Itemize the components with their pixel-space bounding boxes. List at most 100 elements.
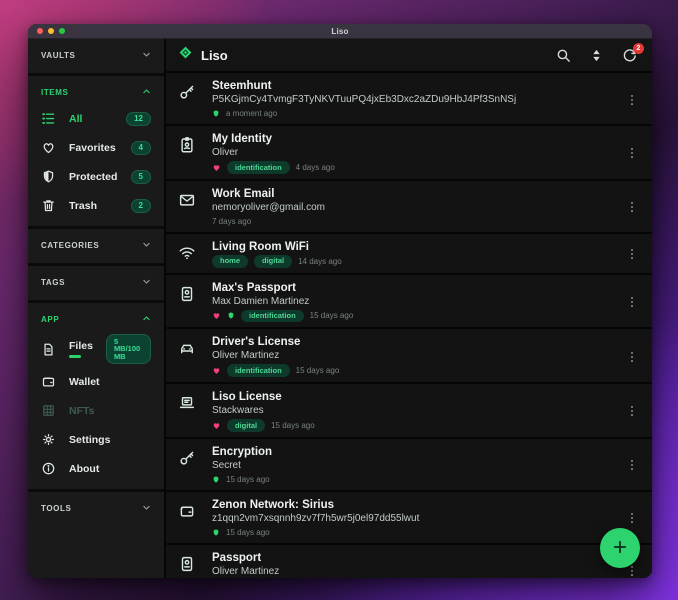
sidebar-section-app[interactable]: APP (28, 307, 164, 331)
sidebar-item-favorites[interactable]: Favorites 4 (28, 133, 164, 162)
sidebar-section-tags[interactable]: TAGS (28, 270, 164, 294)
sidebar-item-label: Trash (69, 199, 98, 212)
item-meta: identification 4 days ago (212, 161, 624, 174)
tag-pill[interactable]: identification (227, 364, 290, 377)
protected-shield-icon (212, 109, 220, 118)
gear-icon (41, 432, 56, 447)
item-menu-button[interactable] (624, 511, 640, 525)
chevron-down-icon (142, 277, 151, 288)
key-icon (178, 446, 212, 472)
sort-icon (588, 47, 605, 64)
item-menu-button[interactable] (624, 458, 640, 472)
count-badge: 4 (130, 140, 151, 155)
sidebar-item-all[interactable]: All 12 (28, 104, 164, 133)
shield-icon (41, 169, 56, 184)
item-subtitle: Oliver (212, 147, 239, 158)
item-timestamp: 14 days ago (298, 256, 342, 266)
info-icon (41, 461, 56, 476)
app-name: Liso (201, 47, 228, 63)
list-item[interactable]: Encryption Secret 15 days ago (166, 438, 652, 492)
heart-icon (41, 140, 56, 155)
item-subtitle: Oliver Martinez (212, 350, 280, 362)
count-badge: 5 (130, 169, 151, 184)
main-header: Liso 2 (166, 39, 652, 73)
item-subtitle: P5KGjmCy4TvmgF3TyNKVTuuPQ4jxEb3Dxc2aZDu9… (212, 94, 517, 105)
list-item[interactable]: Work Email nemoryoliver@gmail.com 7 days… (166, 180, 652, 234)
chevron-down-icon (142, 50, 151, 61)
laptop-icon (178, 391, 212, 417)
sidebar-item-label: About (69, 462, 100, 475)
list-item[interactable]: Passport Oliver Martinez 15 days ago (166, 544, 652, 578)
id-badge-icon (178, 133, 212, 159)
list-item[interactable]: My Identity Oliver identification 4 days … (166, 126, 652, 181)
sidebar-item-trash[interactable]: Trash 2 (28, 191, 164, 220)
grid-icon (41, 403, 56, 418)
item-menu-button[interactable] (624, 93, 640, 107)
search-icon (555, 47, 572, 64)
sidebar-item-nfts[interactable]: NFTs (28, 396, 164, 425)
list-item[interactable]: Zenon Network: Sirius z1qqn2vm7xsqnnh9zv… (166, 491, 652, 545)
item-title: Zenon Network: Sirius (212, 498, 335, 511)
item-timestamp: 15 days ago (309, 311, 354, 321)
sidebar-section-items[interactable]: ITEMS (28, 80, 164, 104)
item-timestamp: 15 days ago (271, 420, 315, 430)
sidebar-section-vaults[interactable]: VAULTS (28, 43, 164, 67)
item-timestamp: 15 days ago (226, 474, 270, 484)
main-panel: Liso 2 Steemhunt P5KGjmCy4TvmgF3TyNKVTuu… (166, 39, 652, 578)
item-title: Driver's License (212, 336, 301, 349)
item-meta: a moment ago (212, 108, 624, 119)
sidebar-item-about[interactable]: About (28, 454, 164, 483)
wallet-icon (41, 374, 56, 389)
car-icon (178, 336, 212, 362)
item-meta: 15 days ago (212, 527, 624, 538)
tag-pill[interactable]: digital (254, 254, 293, 268)
sidebar-item-protected[interactable]: Protected 5 (28, 162, 164, 191)
storage-progress-bar (69, 355, 81, 358)
list-item[interactable]: Driver's License Oliver Martinez identif… (166, 329, 652, 384)
item-menu-button[interactable] (624, 295, 640, 309)
zoom-window-button[interactable] (59, 28, 65, 34)
minimize-window-button[interactable] (48, 28, 54, 34)
item-subtitle: Stackwares (212, 405, 264, 416)
window-titlebar: Liso (28, 24, 652, 39)
sidebar-item-label: NFTs (69, 404, 95, 417)
tag-pill[interactable]: identification (227, 161, 290, 174)
item-list: Steemhunt P5KGjmCy4TvmgF3TyNKVTuuPQ4jxEb… (166, 73, 652, 578)
sidebar-section-tools[interactable]: TOOLS (28, 496, 164, 520)
sidebar-item-settings[interactable]: Settings (28, 425, 164, 454)
sort-button[interactable] (588, 47, 605, 64)
item-menu-button[interactable] (624, 404, 640, 418)
item-title: Passport (212, 551, 262, 564)
trash-icon (41, 198, 56, 213)
refresh-button[interactable]: 2 (621, 42, 644, 64)
liso-logo-icon (178, 45, 193, 65)
key-icon (178, 80, 212, 106)
tag-pill[interactable]: home (212, 254, 249, 268)
sidebar-section-categories[interactable]: CATEGORIES (28, 233, 164, 257)
close-window-button[interactable] (37, 28, 43, 34)
document-icon (41, 342, 56, 357)
item-menu-button[interactable] (624, 350, 640, 364)
sidebar-item-wallet[interactable]: Wallet (28, 367, 164, 396)
passport-icon (178, 282, 212, 308)
sidebar-item-files[interactable]: Files 5 MB/100 MB (28, 331, 164, 367)
item-menu-button[interactable] (624, 247, 640, 261)
list-item[interactable]: Max's Passport Max Damien Martinez ident… (166, 274, 652, 330)
list-item[interactable]: Liso License Stackwares digital 15 days a… (166, 384, 652, 439)
plus-icon (611, 538, 629, 559)
favorite-heart-icon (212, 421, 221, 430)
list-icon (41, 111, 56, 126)
count-badge: 12 (126, 111, 151, 126)
item-menu-button[interactable] (624, 200, 640, 214)
list-item[interactable]: Steemhunt P5KGjmCy4TvmgF3TyNKVTuuPQ4jxEb… (166, 73, 652, 126)
list-item[interactable]: Living Room WiFi home digital 14 days ago (166, 233, 652, 275)
add-item-button[interactable] (600, 528, 640, 568)
app-brand: Liso (178, 45, 228, 65)
item-title: Work Email (212, 187, 275, 200)
envelope-icon (178, 188, 212, 214)
search-button[interactable] (555, 47, 572, 64)
tag-pill[interactable]: digital (227, 419, 266, 432)
tag-pill[interactable]: identification (241, 309, 304, 323)
item-menu-button[interactable] (624, 146, 640, 160)
favorite-heart-icon (212, 163, 221, 172)
